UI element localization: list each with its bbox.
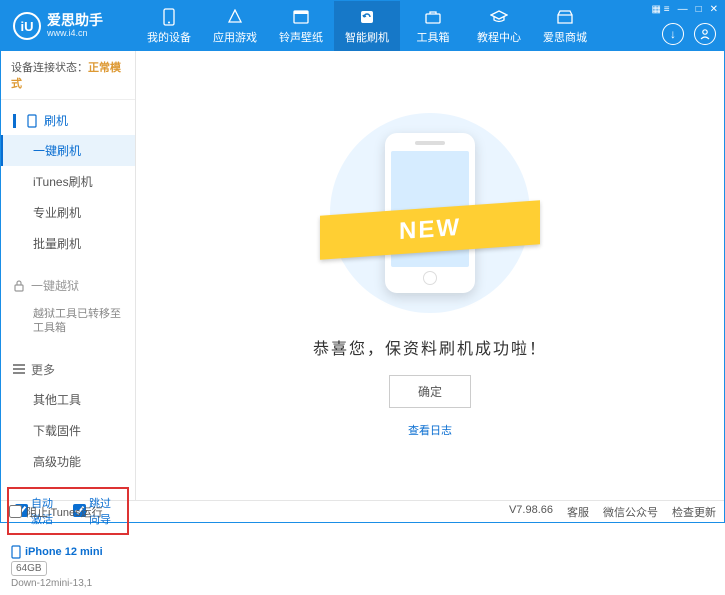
support-link[interactable]: 客服	[567, 504, 589, 520]
flash-icon	[358, 8, 376, 26]
sidebar-item-pro[interactable]: 专业刷机	[1, 197, 135, 228]
sidebar-item-itunes[interactable]: iTunes刷机	[1, 166, 135, 197]
app-url: www.i4.cn	[47, 29, 103, 39]
sidebar-item-download[interactable]: 下载固件	[1, 415, 135, 446]
logo: iU 爱思助手 www.i4.cn	[1, 12, 136, 40]
update-link[interactable]: 检查更新	[672, 504, 716, 520]
success-message: 恭喜您，保资料刷机成功啦！	[313, 335, 547, 359]
minimize-icon[interactable]: —	[678, 4, 688, 15]
nav-tutorial[interactable]: 教程中心	[466, 1, 532, 51]
jailbreak-note: 越狱工具已转移至 工具箱	[1, 300, 135, 343]
sidebar-item-advanced[interactable]: 高级功能	[1, 446, 135, 477]
window-controls: ▦ ≡ — □ ✕	[652, 4, 719, 15]
sidebar-item-oneclick[interactable]: 一键刷机	[1, 135, 135, 166]
logo-icon: iU	[13, 12, 41, 40]
device-storage: 64GB	[11, 561, 47, 576]
sidebar: 设备连接状态：正常模式 刷机 一键刷机 iTunes刷机 专业刷机 批量刷机 一…	[1, 51, 136, 500]
phone-icon	[26, 114, 38, 128]
wallpaper-icon	[292, 8, 310, 26]
store-icon	[556, 8, 574, 26]
toolbox-icon	[424, 8, 442, 26]
device-info[interactable]: iPhone 12 mini 64GB Down-12mini-13,1	[1, 539, 135, 595]
checkbox-block-itunes[interactable]	[9, 505, 22, 518]
nav-toolbox[interactable]: 工具箱	[400, 1, 466, 51]
main-nav: 我的设备 应用游戏 铃声壁纸 智能刷机 工具箱 教程中心 爱思商城	[136, 1, 724, 51]
section-more[interactable]: 更多	[1, 355, 135, 384]
user-controls: ↓	[662, 23, 716, 45]
view-log-link[interactable]: 查看日志	[408, 422, 452, 438]
grad-cap-icon	[490, 8, 508, 26]
sidebar-item-batch[interactable]: 批量刷机	[1, 228, 135, 259]
main-content: NEW 恭喜您，保资料刷机成功啦！ 确定 查看日志	[136, 51, 724, 500]
sidebar-item-other[interactable]: 其他工具	[1, 384, 135, 415]
close-icon[interactable]: ✕	[710, 4, 718, 15]
section-flash[interactable]: 刷机	[1, 106, 135, 135]
lock-icon	[13, 280, 25, 292]
nav-my-device[interactable]: 我的设备	[136, 1, 202, 51]
nav-store[interactable]: 爱思商城	[532, 1, 598, 51]
nav-apps[interactable]: 应用游戏	[202, 1, 268, 51]
apps-icon	[226, 8, 244, 26]
phone-icon	[11, 545, 21, 559]
phone-icon	[160, 8, 178, 26]
menu-icon	[13, 368, 25, 370]
version-label: V7.98.66	[509, 504, 553, 520]
user-icon[interactable]	[694, 23, 716, 45]
device-model: Down-12mini-13,1	[11, 578, 125, 589]
maximize-icon[interactable]: □	[696, 4, 702, 15]
section-jailbreak[interactable]: 一键越狱	[1, 271, 135, 300]
nav-ringtones[interactable]: 铃声壁纸	[268, 1, 334, 51]
app-title: 爱思助手	[47, 13, 103, 28]
ok-button[interactable]: 确定	[389, 375, 471, 408]
wechat-link[interactable]: 微信公众号	[603, 504, 658, 520]
success-illustration: NEW	[330, 113, 530, 313]
titlebar: iU 爱思助手 www.i4.cn 我的设备 应用游戏 铃声壁纸 智能刷机 工具…	[1, 1, 724, 51]
block-itunes[interactable]: 阻止iTunes运行	[9, 504, 103, 520]
download-icon[interactable]: ↓	[662, 23, 684, 45]
connection-status: 设备连接状态：正常模式	[1, 51, 135, 100]
window-menu-icon[interactable]: ▦ ≡	[652, 4, 670, 15]
nav-flash[interactable]: 智能刷机	[334, 1, 400, 51]
